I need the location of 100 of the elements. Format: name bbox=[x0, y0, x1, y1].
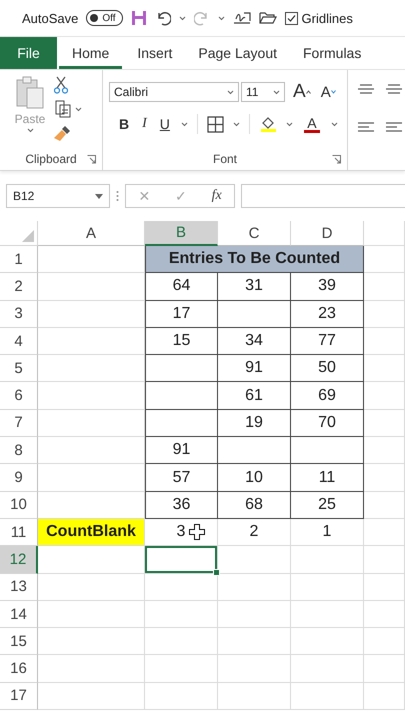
dialog-launcher-icon[interactable] bbox=[87, 155, 96, 164]
table-cell[interactable]: 17 bbox=[145, 300, 218, 328]
font-name-dropdown[interactable]: Calibri bbox=[109, 82, 239, 102]
row-header[interactable]: 9 bbox=[0, 464, 38, 492]
table-cell[interactable]: 91 bbox=[218, 355, 291, 382]
caret-icon[interactable] bbox=[180, 122, 188, 126]
borders-icon[interactable] bbox=[206, 116, 224, 132]
row-header[interactable]: 15 bbox=[0, 628, 38, 656]
column-header[interactable]: B bbox=[145, 221, 218, 246]
align-icon[interactable] bbox=[358, 84, 374, 96]
caret-icon[interactable] bbox=[330, 122, 338, 126]
caret-icon[interactable] bbox=[218, 16, 225, 20]
name-box[interactable]: B12 bbox=[6, 184, 110, 208]
column-header[interactable] bbox=[364, 221, 405, 246]
table-cell[interactable]: 68 bbox=[218, 492, 291, 519]
down-caret-icon bbox=[330, 90, 336, 94]
table-cell[interactable]: 36 bbox=[145, 492, 218, 519]
table-cell[interactable] bbox=[145, 410, 218, 438]
row-header[interactable]: 1 bbox=[0, 246, 38, 274]
scissors-icon[interactable] bbox=[54, 76, 68, 94]
row-header[interactable]: 12 bbox=[0, 546, 38, 574]
table-cell[interactable]: 23 bbox=[291, 300, 364, 328]
group-label: Clipboard bbox=[25, 152, 77, 166]
up-caret-icon bbox=[306, 90, 311, 94]
table-cell[interactable]: 57 bbox=[145, 464, 218, 492]
gridlines-checkbox[interactable] bbox=[284, 12, 298, 24]
ribbon-tab[interactable]: Home bbox=[59, 37, 122, 69]
align-icon[interactable] bbox=[386, 84, 402, 96]
align-icon[interactable] bbox=[358, 122, 374, 134]
copy-icon[interactable] bbox=[54, 100, 72, 118]
table-cell[interactable]: 31 bbox=[218, 273, 291, 301]
row-header[interactable]: 8 bbox=[0, 437, 38, 464]
file-tab[interactable]: File bbox=[0, 37, 57, 69]
signature-icon[interactable] bbox=[232, 10, 251, 26]
caret-icon[interactable] bbox=[227, 90, 234, 94]
table-cell[interactable]: 25 bbox=[291, 492, 364, 519]
ribbon-tab[interactable]: Formulas bbox=[290, 37, 374, 69]
table-cell[interactable] bbox=[145, 355, 218, 382]
table-cell[interactable]: 69 bbox=[291, 382, 364, 410]
table-cell[interactable]: 39 bbox=[291, 273, 364, 301]
underline-button[interactable]: U bbox=[158, 116, 172, 132]
row-header[interactable]: 7 bbox=[0, 410, 38, 438]
table-cell[interactable] bbox=[145, 382, 218, 410]
table-cell[interactable]: 77 bbox=[291, 328, 364, 356]
table-cell[interactable]: 11 bbox=[291, 464, 364, 492]
caret-icon[interactable] bbox=[75, 106, 82, 112]
table-cell[interactable] bbox=[218, 437, 291, 464]
table-cell[interactable]: 3 bbox=[145, 518, 218, 546]
row-header[interactable]: 6 bbox=[0, 382, 38, 410]
row-header[interactable]: 10 bbox=[0, 492, 38, 519]
ribbon-tab[interactable]: Insert bbox=[124, 37, 186, 69]
font-size-dropdown[interactable]: 11 bbox=[241, 82, 285, 102]
select-all-icon[interactable] bbox=[22, 230, 34, 242]
table-cell[interactable]: 61 bbox=[218, 382, 291, 410]
table-cell[interactable]: 34 bbox=[218, 328, 291, 356]
table-cell[interactable]: 50 bbox=[291, 355, 364, 382]
label-cell[interactable]: CountBlank bbox=[38, 518, 145, 546]
table-cell[interactable]: 1 bbox=[291, 518, 364, 546]
table-cell[interactable]: 10 bbox=[218, 464, 291, 492]
caret-icon[interactable] bbox=[178, 16, 186, 20]
clipboard-icon bbox=[15, 76, 45, 110]
gridlines-label: Gridlines bbox=[302, 10, 353, 26]
italic-button[interactable]: I bbox=[140, 116, 149, 132]
ribbon-tab[interactable]: Page Layout bbox=[185, 37, 290, 69]
grow-font-button[interactable]: A bbox=[291, 81, 313, 103]
row-header[interactable]: 13 bbox=[0, 574, 38, 601]
format-painter-icon[interactable] bbox=[54, 124, 72, 142]
row-header[interactable]: 3 bbox=[0, 300, 38, 328]
bold-button[interactable]: B bbox=[117, 116, 132, 132]
table-title[interactable]: Entries To Be Counted bbox=[145, 246, 364, 274]
caret-icon[interactable] bbox=[232, 122, 240, 126]
table-cell[interactable]: 64 bbox=[145, 273, 218, 301]
fill-handle[interactable] bbox=[213, 568, 220, 576]
align-icon[interactable] bbox=[386, 122, 402, 134]
row-header[interactable]: 2 bbox=[0, 273, 38, 301]
folder-icon[interactable] bbox=[258, 10, 277, 26]
autosave-label: AutoSave bbox=[22, 10, 78, 26]
caret-icon[interactable] bbox=[286, 122, 293, 126]
table-cell[interactable] bbox=[218, 300, 291, 328]
table-cell[interactable]: 70 bbox=[291, 410, 364, 438]
dialog-launcher-icon[interactable] bbox=[332, 155, 341, 164]
table-cell[interactable] bbox=[291, 437, 364, 464]
fill-color-icon[interactable] bbox=[258, 115, 277, 133]
grip-icon bbox=[116, 190, 119, 202]
row-header[interactable]: 4 bbox=[0, 328, 38, 356]
shrink-font-button[interactable]: A bbox=[318, 84, 338, 100]
caret-icon[interactable] bbox=[273, 90, 280, 94]
table-cell[interactable]: 15 bbox=[145, 328, 218, 356]
group-label: Font bbox=[212, 152, 237, 166]
table-cell[interactable]: 91 bbox=[145, 437, 218, 464]
row-header[interactable]: 16 bbox=[0, 655, 38, 683]
insert-function-button[interactable]: fx bbox=[212, 188, 222, 204]
table-cell[interactable]: 2 bbox=[218, 518, 291, 546]
row-header[interactable]: 5 bbox=[0, 355, 38, 382]
autosave-toggle[interactable]: Off bbox=[86, 10, 123, 26]
formula-input[interactable] bbox=[241, 184, 405, 208]
row-header[interactable]: 14 bbox=[0, 600, 38, 628]
table-cell[interactable]: 19 bbox=[218, 410, 291, 438]
row-header[interactable]: 17 bbox=[0, 682, 38, 710]
font-color-button[interactable]: A bbox=[302, 116, 322, 132]
